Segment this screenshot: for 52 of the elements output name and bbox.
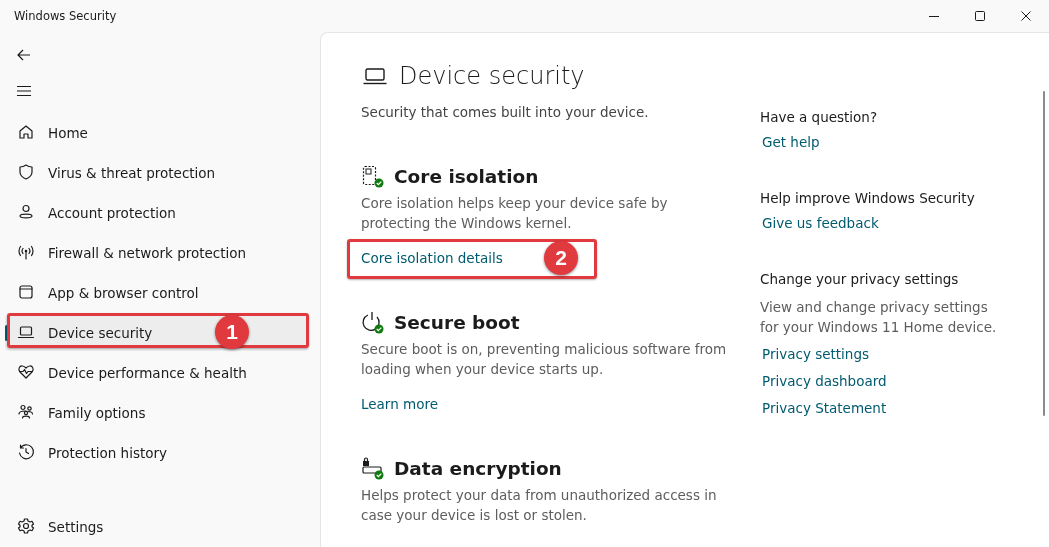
nav-item[interactable]: Device performance & health [5,355,308,391]
menu-icon[interactable] [16,83,32,99]
section-title: Data encryption [394,457,562,479]
laptop-icon [363,67,387,85]
step-badge: 2 [544,241,578,275]
section-description: Core isolation helps keep your device safe by protecting the Windows kernel. [361,194,669,233]
page-title: Device security [399,62,585,90]
link[interactable]: Privacy Statement [762,400,1049,416]
link[interactable]: Privacy settings [762,346,1049,362]
shield-icon [17,163,35,181]
heart-pulse-icon [17,363,35,381]
aside-heading: Help improve Windows Security [760,190,976,206]
nav-item[interactable]: Virus & threat protection [5,155,308,191]
history-icon [17,443,35,461]
lock-check-icon [361,456,384,480]
nav-item[interactable]: Device security 1 [5,315,308,351]
home-icon [17,123,35,141]
section-description: Helps protect your data from unauthorized access in case your device is lost or stolen. [361,486,718,525]
link[interactable]: Privacy dashboard [762,373,1049,389]
antenna-icon [17,243,35,261]
link[interactable]: Get help [762,134,1049,150]
nav-item[interactable]: Home [5,115,308,151]
link[interactable]: Core isolation details [361,250,503,266]
scrollbar[interactable] [1043,91,1045,416]
section-description: Secure boot is on, preventing malicious software from loading when your device starts up. [361,340,728,379]
link[interactable]: Learn more [361,396,438,412]
step-badge: 1 [215,315,249,349]
nav-item[interactable]: Firewall & network protection [5,235,308,271]
nav-item[interactable]: Protection history [5,435,308,471]
laptop-icon [17,323,35,341]
power-check-icon [361,310,384,334]
section-title: Core isolation [394,165,539,187]
aside-heading: Have a question? [760,109,879,125]
browser-window-icon [17,283,35,301]
nav-item[interactable]: App & browser control [5,275,308,311]
aside-heading: Change your privacy settings [760,271,960,287]
page-subtitle: Security that comes built into your device. [361,104,650,120]
window-title: Windows Security [14,9,118,23]
nav-item[interactable]: Family options [5,395,308,431]
settings-item[interactable]: Settings [5,509,308,545]
close-icon[interactable] [1021,11,1031,21]
link[interactable]: Give us feedback [762,215,1049,231]
people-icon [17,403,35,421]
section-title: Secure boot [394,311,520,333]
person-icon [17,203,35,221]
settings-icon [17,517,35,535]
maximize-icon[interactable] [975,11,985,21]
selection-indicator [5,325,8,341]
chip-check-icon [361,164,384,188]
aside-description: View and change privacy settings for your Windows 11 Home device. [760,298,998,337]
nav-item[interactable]: Account protection [5,195,308,231]
back-arrow-icon[interactable] [16,47,32,63]
